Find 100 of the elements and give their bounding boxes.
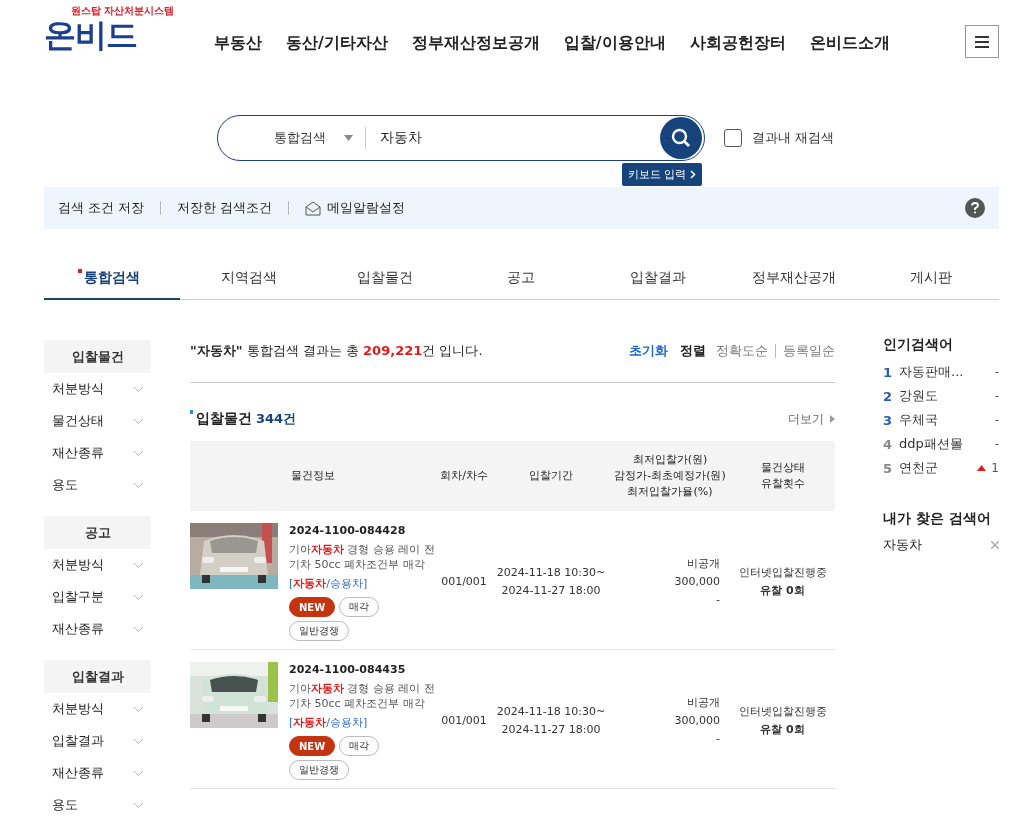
nav-link[interactable]: 부동산 bbox=[214, 33, 262, 54]
tool-link[interactable]: 저장한 검색조건 bbox=[177, 199, 273, 217]
filter-item[interactable]: 처분방식 bbox=[44, 549, 151, 581]
tab[interactable]: 공고 bbox=[453, 258, 590, 300]
failed-count: 유찰 0회 bbox=[760, 583, 805, 599]
filter-item[interactable]: 용도 bbox=[44, 469, 151, 501]
price-text: 300,000 bbox=[674, 713, 720, 729]
rank-number: 2 bbox=[883, 388, 894, 404]
tool-link[interactable]: 메일알람설정 bbox=[327, 199, 406, 217]
column-header: 물건정보 bbox=[290, 468, 336, 484]
rank-number: 3 bbox=[883, 412, 894, 428]
popular-title: 인기검색어 bbox=[883, 336, 954, 354]
keyboard-input-button[interactable]: 키보드 입력 bbox=[622, 163, 702, 186]
mail-icon bbox=[305, 200, 322, 216]
item-number[interactable]: 2024-1100-084435 bbox=[289, 663, 436, 676]
chevron-icon bbox=[134, 450, 143, 456]
tab[interactable]: 통합검색 bbox=[44, 258, 181, 300]
rank-number: 5 bbox=[883, 460, 894, 476]
tab[interactable]: 게시판 bbox=[862, 258, 999, 300]
sort-label: 정렬 bbox=[680, 341, 706, 360]
triangle-icon bbox=[830, 415, 835, 423]
nav-link[interactable]: 동산/기타자산 bbox=[286, 33, 388, 54]
item-category: [자동차/승용차] bbox=[289, 715, 369, 730]
filter-item[interactable]: 용도 bbox=[44, 789, 151, 821]
filter-group-title: 입찰물건 bbox=[44, 340, 151, 373]
section-count: 344건 bbox=[256, 410, 297, 428]
tab[interactable]: 정부재산공개 bbox=[726, 258, 863, 300]
filter-item[interactable]: 재산종류 bbox=[44, 437, 151, 469]
table-cell-text: 001/001 bbox=[440, 713, 488, 729]
price-text: - bbox=[716, 592, 720, 608]
menu-icon bbox=[975, 35, 989, 48]
column-header: 물건상태 유찰횟수 bbox=[759, 460, 806, 492]
rank-number: 4 bbox=[883, 436, 894, 452]
nav-link[interactable]: 입찰/이용안내 bbox=[563, 33, 666, 54]
filter-item[interactable]: 처분방식 bbox=[44, 693, 151, 725]
tab[interactable]: 입찰물건 bbox=[316, 258, 454, 300]
caret-icon bbox=[344, 135, 353, 141]
nav-link[interactable]: 정부재산정보공개 bbox=[411, 33, 540, 54]
popular-term[interactable]: 연천군 bbox=[899, 459, 978, 477]
chevron-icon bbox=[134, 770, 143, 776]
reset-link[interactable]: 초기화 bbox=[629, 341, 668, 360]
chevron-icon bbox=[689, 170, 696, 179]
table-cell-text: 2024-11-18 10:30~ 2024-11-27 18:00 bbox=[495, 565, 607, 599]
filter-item[interactable]: 재산종류 bbox=[44, 613, 151, 645]
rank-up-icon bbox=[977, 465, 987, 471]
chevron-icon bbox=[134, 386, 143, 392]
tool-link[interactable]: 검색 조건 저장 bbox=[58, 199, 145, 217]
menu-button[interactable] bbox=[965, 25, 999, 58]
chevron-icon bbox=[134, 418, 143, 424]
popular-term[interactable]: 우체국 bbox=[899, 411, 995, 429]
recent-title: 내가 찾은 검색어 bbox=[883, 510, 992, 528]
tab[interactable]: 지역검색 bbox=[180, 258, 317, 300]
chevron-icon bbox=[134, 626, 143, 632]
filter-item[interactable]: 물건상태 bbox=[44, 405, 151, 437]
status-text: 인터넷입찰진행중 bbox=[738, 565, 827, 581]
sort-option[interactable]: 정확도순 bbox=[716, 341, 768, 360]
section-title: 입찰물건 bbox=[190, 410, 252, 428]
chevron-icon bbox=[134, 594, 143, 600]
tag: 매각 bbox=[339, 597, 380, 617]
filter-item[interactable]: 입찰구분 bbox=[44, 581, 151, 613]
price-text: 300,000 bbox=[674, 574, 720, 590]
more-link[interactable]: 더보기 bbox=[788, 410, 835, 428]
filter-item[interactable]: 처분방식 bbox=[44, 373, 151, 405]
chevron-icon bbox=[134, 802, 143, 808]
item-number[interactable]: 2024-1100-084428 bbox=[289, 524, 436, 537]
search-icon bbox=[671, 128, 691, 148]
failed-count: 유찰 0회 bbox=[760, 722, 805, 738]
checkbox[interactable] bbox=[724, 129, 742, 147]
nav-link[interactable]: 온비드소개 bbox=[809, 33, 890, 54]
new-badge: NEW bbox=[289, 597, 336, 617]
rank-change: 1 bbox=[991, 461, 999, 475]
rank-change: - bbox=[994, 365, 999, 379]
item-description: 기아자동차 경형 승용 레이 전기차 50cc 폐차조건부 매각 bbox=[289, 681, 436, 711]
rank-change: - bbox=[994, 437, 999, 451]
logo[interactable]: 온비드 bbox=[44, 18, 137, 52]
column-header: 최저입찰가(원) 감정가-최초예정가(원) 최저입찰가율(%) bbox=[613, 452, 727, 500]
chevron-icon bbox=[134, 706, 143, 712]
tag: 일반경쟁 bbox=[289, 621, 349, 641]
filter-item[interactable]: 재산종류 bbox=[44, 757, 151, 789]
popular-term[interactable]: 자동판매... bbox=[899, 363, 995, 381]
filter-group-title: 공고 bbox=[44, 516, 151, 549]
result-summary: "자동차" 통합검색 결과는 총 209,221건 입니다. bbox=[190, 341, 483, 360]
status-text: 인터넷입찰진행중 bbox=[738, 704, 827, 720]
help-icon[interactable] bbox=[965, 198, 985, 218]
sort-option[interactable]: 등록일순 bbox=[783, 341, 835, 360]
chevron-icon bbox=[134, 738, 143, 744]
tag: 일반경쟁 bbox=[289, 760, 349, 780]
rank-number: 1 bbox=[883, 364, 894, 380]
popular-term[interactable]: 강원도 bbox=[899, 387, 995, 405]
table-cell-text: 2024-11-18 10:30~ 2024-11-27 18:00 bbox=[495, 704, 607, 738]
search-button[interactable] bbox=[660, 117, 702, 159]
new-badge: NEW bbox=[289, 736, 336, 756]
recent-term[interactable]: 자동차 bbox=[883, 536, 922, 554]
tab[interactable]: 입찰결과 bbox=[589, 258, 727, 300]
popular-term[interactable]: ddp패션몰 bbox=[899, 435, 995, 453]
nav-link[interactable]: 사회공헌장터 bbox=[689, 33, 786, 54]
checkbox-label: 결과내 재검색 bbox=[752, 129, 835, 147]
rank-change: - bbox=[994, 413, 999, 427]
filter-item[interactable]: 입찰결과 bbox=[44, 725, 151, 757]
item-category: [자동차/승용차] bbox=[289, 576, 369, 591]
